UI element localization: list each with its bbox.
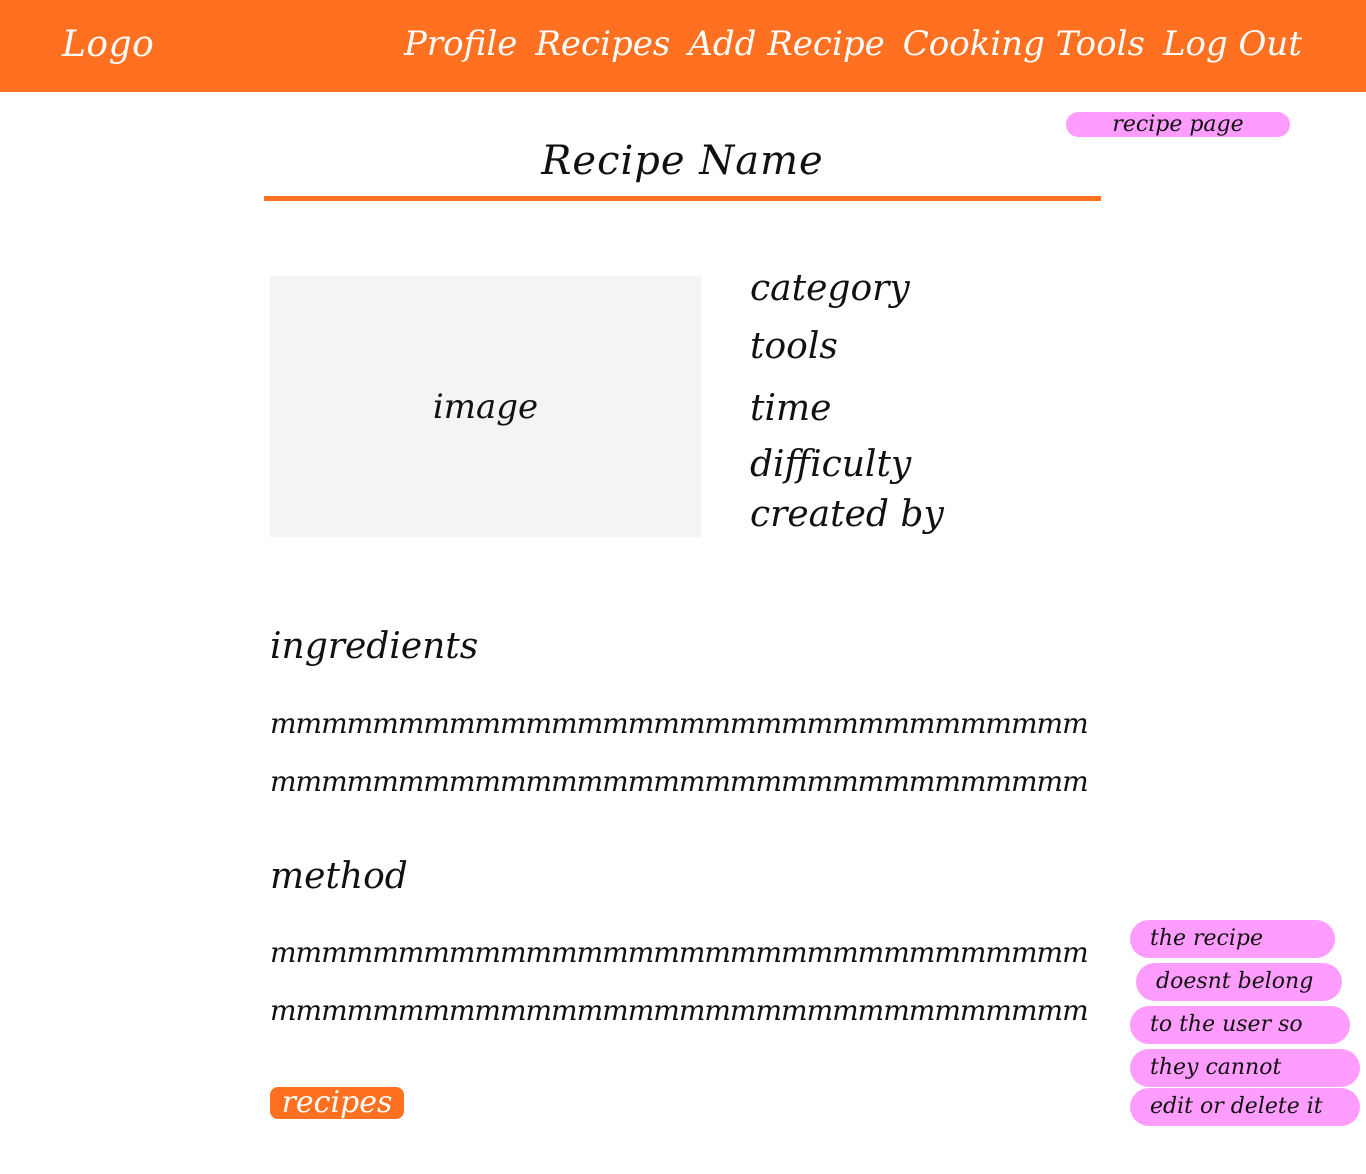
method-heading: method [270,856,408,897]
meta-tools: tools [750,326,838,367]
ingredients-line: mmmmmmmmmmmmmmmmmmmmmmmmmmmmmmmm [270,707,1089,740]
image-placeholder-label: image [432,386,539,427]
method-line: mmmmmmmmmmmmmmmmmmmmmmmmmmmmmmmm [270,936,1089,969]
method-line: mmmmmmmmmmmmmmmmmmmmmmmmmmmmmmmm [270,994,1089,1027]
annotation-ownership-note: the recipe doesnt belong to the user so … [1130,920,1360,1126]
annotation-note-line: edit or delete it [1130,1088,1360,1126]
nav-link-profile[interactable]: Profile [404,24,517,64]
logo[interactable]: Logo [62,24,154,65]
meta-difficulty: difficulty [750,444,912,485]
recipe-title: Recipe Name [541,138,824,184]
top-navbar: Logo Profile Recipes Add Recipe Cooking … [0,0,1366,92]
nav-link-recipes[interactable]: Recipes [535,24,670,64]
annotation-note-line: they cannot [1130,1049,1360,1087]
meta-time: time [750,388,832,429]
nav-link-add-recipe[interactable]: Add Recipe [688,24,884,64]
annotation-note-line: to the user so [1130,1006,1350,1044]
ingredients-heading: ingredients [270,626,479,667]
annotation-note-line: doesnt belong [1136,963,1342,1001]
meta-created-by: created by [750,494,944,535]
nav-links: Profile Recipes Add Recipe Cooking Tools… [404,24,1302,64]
meta-category: category [750,268,910,309]
recipe-image-placeholder: image [270,276,701,537]
nav-link-log-out[interactable]: Log Out [1163,24,1302,64]
title-divider [264,196,1101,201]
recipes-button[interactable]: recipes [270,1087,404,1119]
annotation-page-label: recipe page [1066,112,1290,137]
nav-link-cooking-tools[interactable]: Cooking Tools [903,24,1145,64]
annotation-note-line: the recipe [1130,920,1335,958]
ingredients-line: mmmmmmmmmmmmmmmmmmmmmmmmmmmmmmmm [270,765,1089,798]
